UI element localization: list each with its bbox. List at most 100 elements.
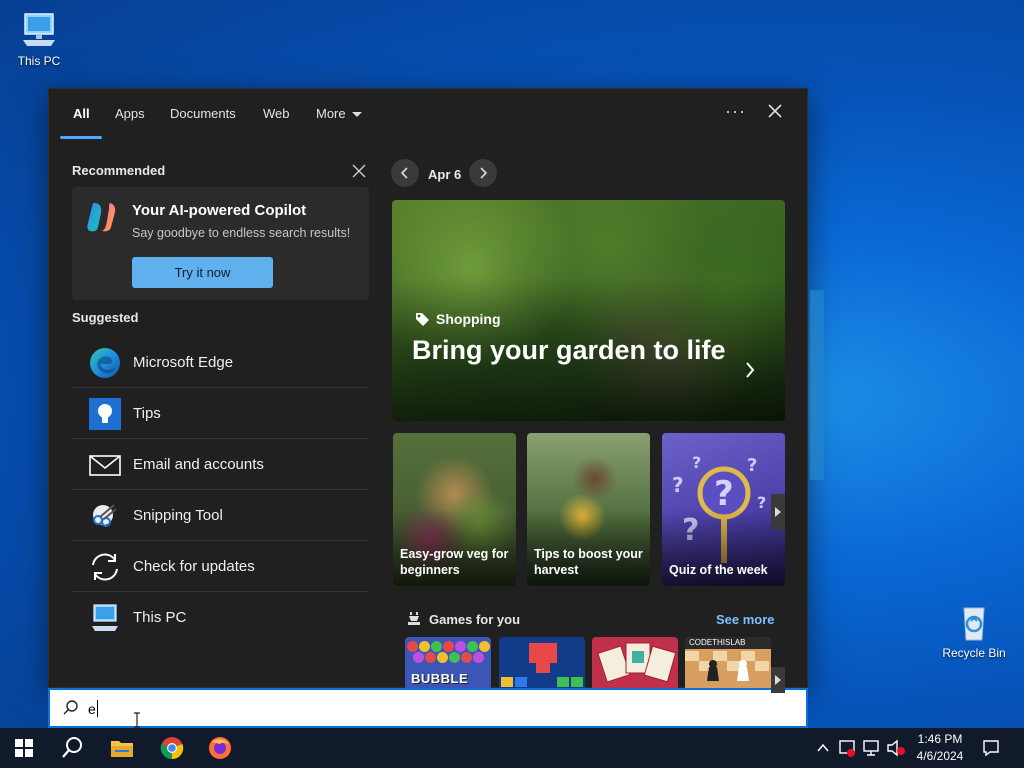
chevron-right-icon[interactable] [744,360,756,380]
magnifier-icon: ? [697,466,751,563]
wallpaper-glow [810,290,824,480]
desktop-icon-this-pc[interactable]: This PC [4,10,74,68]
list-item-microsoft-edge[interactable]: Microsoft Edge [72,337,369,388]
list-item-check-for-updates[interactable]: Check for updates [72,541,369,592]
desktop-icon-label: This PC [17,54,61,68]
network-icon[interactable] [862,739,880,757]
hero-category: Shopping [414,311,501,327]
recycle-bin-icon [954,602,994,642]
desktop-icon-label: Recycle Bin [942,646,1006,660]
suggested-list: Microsoft Edge Tips Email and accounts S… [72,337,369,643]
search-box[interactable]: e [48,688,808,728]
folder-icon [111,741,133,757]
tab-all[interactable]: All [73,106,90,121]
dismiss-recommended-icon[interactable] [352,164,366,178]
notifications-icon[interactable] [982,739,1000,757]
copilot-title: Your AI-powered Copilot [132,202,307,219]
tile-label: Easy-grow veg for beginners [400,547,509,577]
tab-web[interactable]: Web [263,106,290,121]
suggested-heading: Suggested [72,310,139,325]
volume-muted-icon[interactable] [886,739,906,757]
games-heading: Games for you [429,612,521,627]
hero-category-label: Shopping [436,311,501,327]
search-icon [62,737,82,758]
active-tab-indicator [60,136,102,139]
list-item-label: Microsoft Edge [133,354,234,371]
taskbar-file-explorer[interactable] [98,728,146,768]
list-item-label: Check for updates [133,558,255,575]
copilot-card[interactable]: Your AI-powered Copilot Say goodbye to e… [72,187,369,300]
desktop-icon-recycle-bin[interactable]: Recycle Bin [939,602,1009,660]
snipping-tool-icon [88,499,122,533]
tile-easy-grow-veg[interactable]: Easy-grow veg for beginners [393,433,516,586]
tips-icon [88,397,122,431]
search-icon [63,700,78,715]
taskbar-search-button[interactable] [48,728,96,768]
list-item-snipping-tool[interactable]: Snipping Tool [72,490,369,541]
chevron-right-icon [480,167,488,179]
tab-documents[interactable]: Documents [170,106,236,121]
list-item-email-and-accounts[interactable]: Email and accounts [72,439,369,490]
game-mahjong[interactable] [592,637,678,689]
try-it-now-button[interactable]: Try it now [132,257,273,288]
search-input[interactable]: e [88,701,96,717]
chevron-down-icon [351,112,362,118]
game-chess[interactable]: CODETHISLAB [685,637,771,689]
tiles-scroll-right-button[interactable] [771,494,785,530]
taskbar-clock[interactable]: 1:46 PM 4/6/2024 [910,731,970,765]
start-button[interactable] [0,728,48,768]
games-scroll-right-button[interactable] [771,667,785,693]
svg-text:?: ? [714,474,734,514]
highlight-date: Apr 6 [428,167,462,182]
chess-piece-icon [408,612,420,625]
see-more-link[interactable]: See more [716,612,775,627]
text-caret [97,700,98,717]
hero-title: Bring your garden to life [412,335,726,365]
this-pc-icon [88,601,122,635]
chevron-up-icon[interactable] [817,743,829,753]
clock-date: 4/6/2024 [916,749,964,763]
taskbar-chrome[interactable] [148,728,196,768]
tiles-icon [597,642,677,683]
tile-label: Quiz of the week [669,563,768,577]
tetris-blocks-icon [501,643,583,687]
list-item-label: This PC [133,609,187,626]
clock-time: 1:46 PM [917,732,963,746]
chrome-icon [160,737,184,760]
taskbar-firefox[interactable] [196,728,244,768]
game-label: CODETHISLAB [685,637,771,649]
close-icon[interactable] [767,103,785,121]
list-item-this-pc[interactable]: This PC [72,592,369,643]
edge-icon [88,346,122,380]
update-icon [88,550,122,584]
next-day-button[interactable] [469,159,497,187]
taskbar [0,728,1024,768]
game-block-puzzle[interactable] [499,637,585,689]
game-label: BUBBLE SHOOTER [411,671,478,689]
tab-more[interactable]: More [316,106,362,121]
windows-logo-icon [15,739,33,757]
more-options-icon[interactable]: ··· [725,101,746,122]
this-pc-icon [19,10,59,50]
search-panel: All Apps Documents Web More ··· Recommen… [48,88,808,693]
tile-boost-harvest[interactable]: Tips to boost your harvest [527,433,650,586]
chevron-left-icon [400,167,408,179]
security-center-icon[interactable] [838,739,856,757]
game-bubble-shooter[interactable]: BUBBLE SHOOTER [405,637,491,689]
tag-icon [416,313,429,326]
ibeam-cursor-icon [134,712,140,728]
mail-icon [88,448,122,482]
tile-quiz-of-the-week[interactable]: ? ? ? ? ? ? Quiz of the week [662,433,785,586]
list-item-label: Tips [133,405,161,422]
copilot-icon [84,199,120,235]
recommended-heading: Recommended [72,163,166,178]
list-item-label: Snipping Tool [133,507,223,524]
hero-card[interactable]: Shopping Bring your garden to life [392,200,785,421]
previous-day-button[interactable] [391,159,419,187]
copilot-subtitle: Say goodbye to endless search results! [132,226,351,240]
tab-apps[interactable]: Apps [115,106,145,121]
firefox-icon [209,737,231,759]
list-item-tips[interactable]: Tips [72,388,369,439]
list-item-label: Email and accounts [133,456,264,473]
tile-label: Tips to boost your harvest [534,547,643,577]
